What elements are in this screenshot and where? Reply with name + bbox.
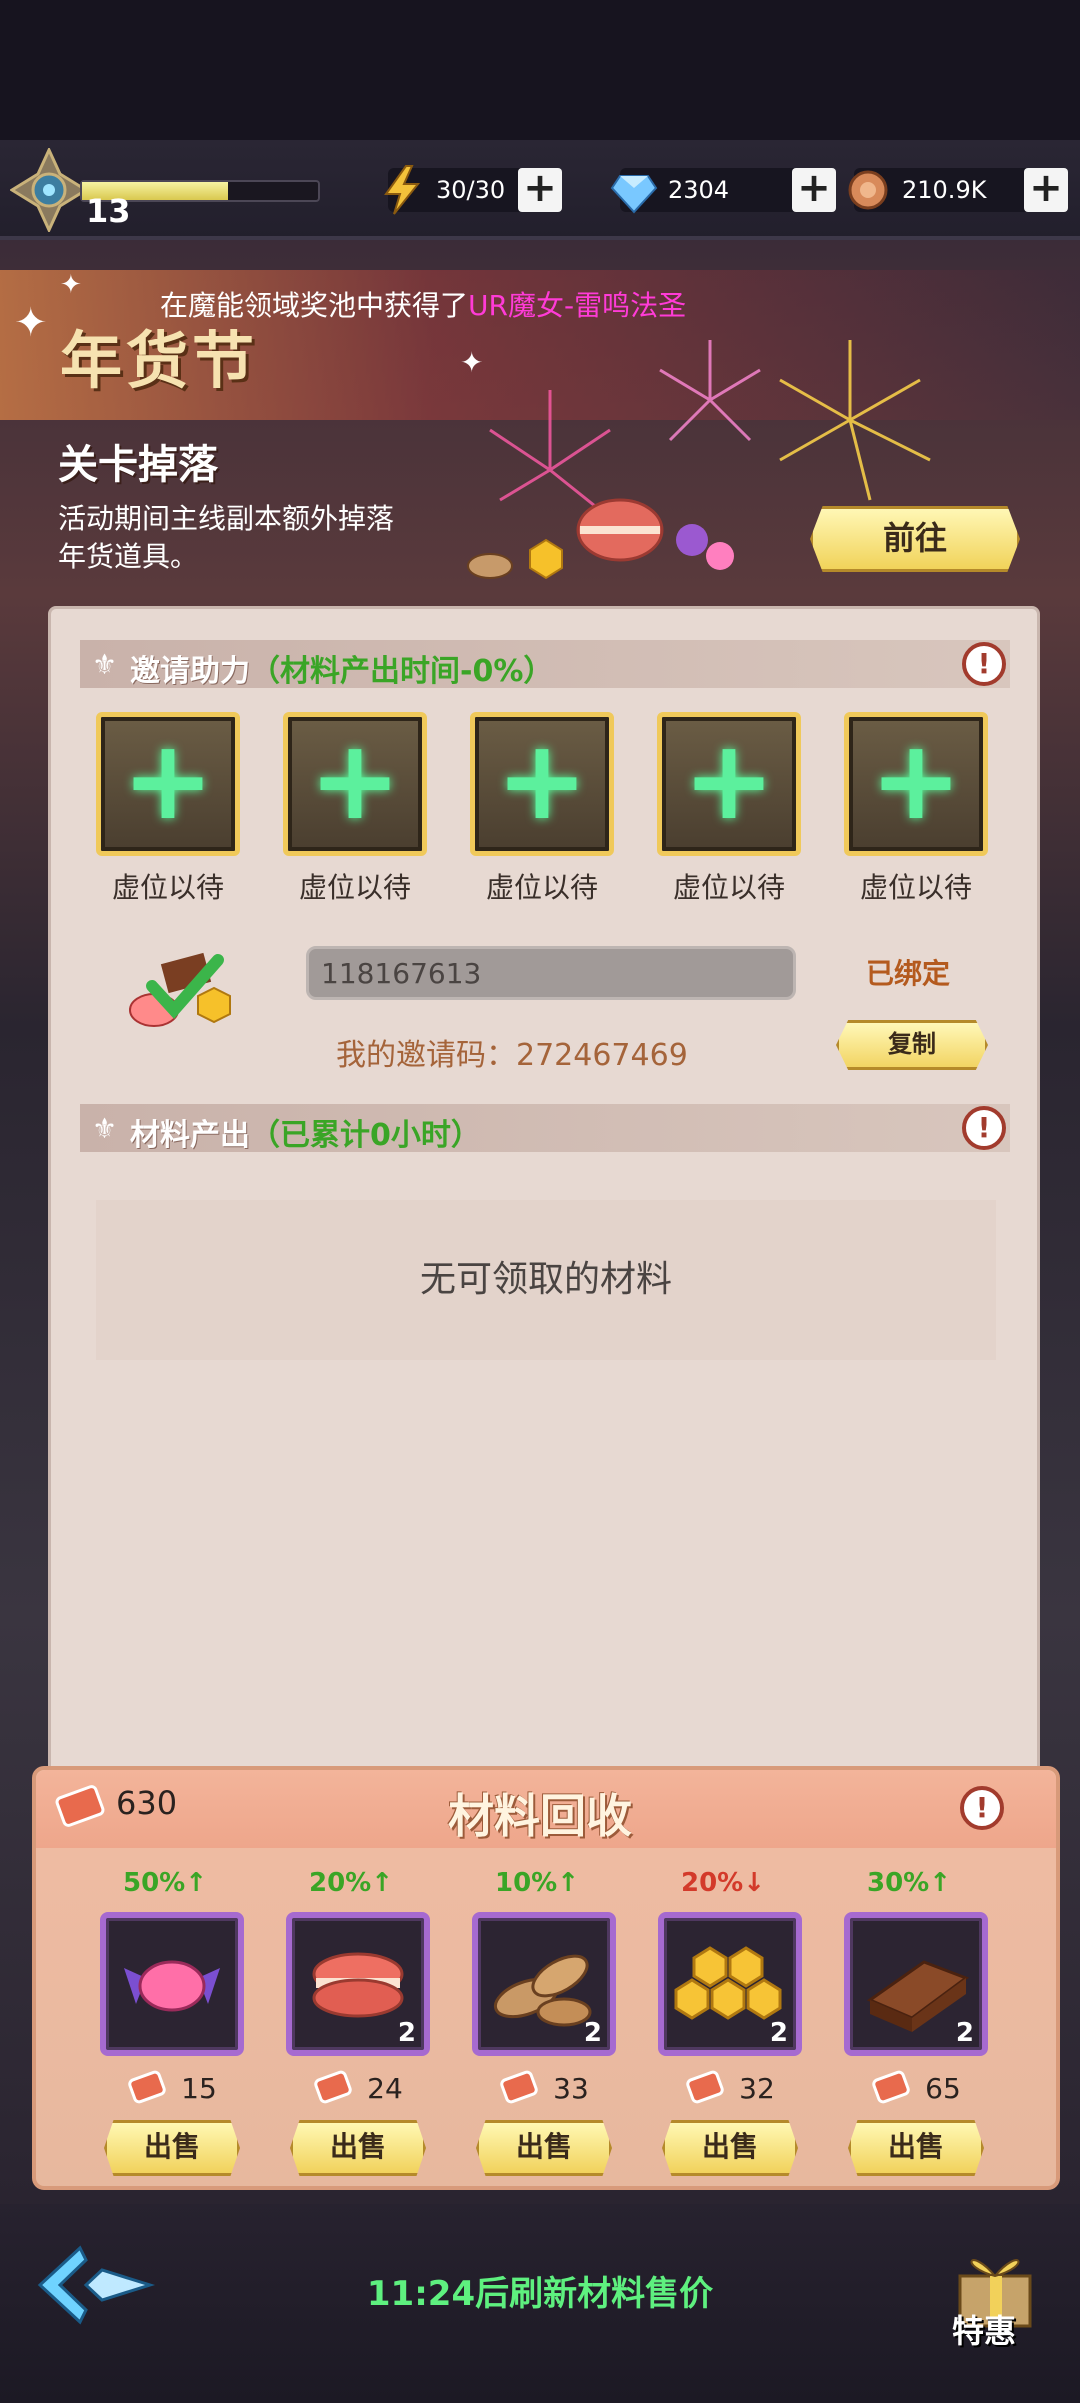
event-title: 年货节 [60, 324, 259, 397]
add-coins-button[interactable]: + [1024, 168, 1068, 212]
item-candy[interactable] [100, 1912, 244, 2056]
item-price: 33 [553, 2072, 589, 2105]
item-price: 32 [739, 2072, 775, 2105]
item-almond[interactable]: 2 [472, 1912, 616, 2056]
lightning-icon [384, 165, 421, 215]
price-change: 30%↑ [866, 1868, 952, 1898]
item-count: 2 [397, 2018, 416, 2048]
gem-value: 2304 [668, 176, 730, 204]
recycle-info-button[interactable]: ! [960, 1786, 1004, 1830]
sell-button[interactable]: 出售 [848, 2120, 984, 2176]
invite-slot-label: 虚位以待 [298, 871, 411, 904]
status-bar-area [0, 0, 1080, 140]
invite-header-sub: （材料产出时间-0%） [250, 654, 554, 689]
invite-slot[interactable]: + [96, 712, 240, 856]
item-price: 65 [925, 2072, 961, 2105]
coin-icon [848, 170, 888, 210]
fleur-icon: ⚜ [92, 1112, 118, 1145]
price-change: 20%↓ [680, 1868, 766, 1898]
special-offer-label[interactable]: 特惠 [952, 2306, 1016, 2352]
plus-icon: + [682, 716, 776, 844]
plus-icon: + [121, 716, 215, 844]
sell-button[interactable]: 出售 [104, 2120, 240, 2176]
bound-status: 已绑定 [866, 957, 951, 990]
plus-icon: + [869, 716, 963, 844]
item-price: 24 [367, 2072, 403, 2105]
recycle-title: 材料回收 [448, 1789, 632, 1843]
energy-value: 30/30 [436, 176, 506, 204]
output-header-label: 材料产出 [130, 1118, 250, 1153]
gem-resource: 2304 + [610, 168, 836, 214]
item-count: 2 [955, 2018, 974, 2048]
item-macaron[interactable]: 2 [286, 1912, 430, 2056]
add-energy-button[interactable]: + [518, 168, 562, 212]
ticker-highlight: UR魔女-雷鸣法圣 [468, 289, 687, 322]
candy-bound-icon [129, 952, 231, 1027]
sell-button[interactable]: 出售 [662, 2120, 798, 2176]
sell-button[interactable]: 出售 [476, 2120, 612, 2176]
item-honeycomb[interactable]: 2 [658, 1912, 802, 2056]
item-chocolate[interactable]: 2 [844, 1912, 988, 2056]
invite-info-button[interactable]: ! [962, 642, 1006, 686]
item-count: 2 [769, 2018, 788, 2048]
empty-materials-message: 无可领取的材料 [96, 1200, 996, 1360]
add-gems-button[interactable]: + [792, 168, 836, 212]
diamond-icon [610, 175, 658, 214]
fleur-icon: ⚜ [92, 648, 118, 681]
sparkle-icon: ✦ [14, 300, 48, 346]
price-change: 50%↑ [122, 1868, 208, 1898]
refresh-countdown: 11:24后刷新材料售价 [366, 2274, 714, 2314]
item-price: 15 [181, 2072, 217, 2105]
drop-description: 活动期间主线副本额外掉落年货道具。 [58, 502, 395, 573]
invite-slot[interactable]: + [657, 712, 801, 856]
invite-slot[interactable]: + [470, 712, 614, 856]
invite-slot[interactable]: + [844, 712, 988, 856]
coin-resource: 210.9K + [848, 168, 1068, 212]
coin-value: 210.9K [902, 176, 987, 204]
drop-title: 关卡掉落 [58, 442, 218, 488]
invite-slot[interactable]: + [283, 712, 427, 856]
candy-icon [124, 1960, 220, 2012]
output-header: ⚜ 材料产出（已累计0小时） ! [80, 1104, 1010, 1153]
plus-icon: + [495, 716, 589, 844]
bound-code-field[interactable]: 118167613 [306, 946, 796, 1000]
sparkle-icon: ✦ [60, 270, 82, 300]
sell-button[interactable]: 出售 [290, 2120, 426, 2176]
plus-icon: + [308, 716, 402, 844]
invite-slot-label: 虚位以待 [859, 871, 972, 904]
price-change: 10%↑ [494, 1868, 580, 1898]
output-header-sub: （已累计0小时） [250, 1118, 481, 1153]
energy-resource: 30/30 + [384, 165, 562, 215]
goto-button[interactable]: 前往 [810, 506, 1020, 572]
invite-slot-label: 虚位以待 [672, 871, 785, 904]
invite-slot-label: 虚位以待 [485, 871, 598, 904]
output-info-button[interactable]: ! [962, 1106, 1006, 1150]
copy-button[interactable]: 复制 [836, 1020, 988, 1070]
invite-header-label: 邀请助力 [130, 654, 250, 689]
level-emblem-icon[interactable] [10, 148, 88, 232]
player-level: 13 [86, 192, 131, 230]
item-count: 2 [583, 2018, 602, 2048]
price-change: 20%↑ [308, 1868, 394, 1898]
my-invite-code: 我的邀请码：272467469 [336, 1038, 688, 1073]
invite-slot-label: 虚位以待 [111, 871, 224, 904]
invite-header: ⚜ 邀请助力（材料产出时间-0%） ! [80, 640, 1010, 689]
